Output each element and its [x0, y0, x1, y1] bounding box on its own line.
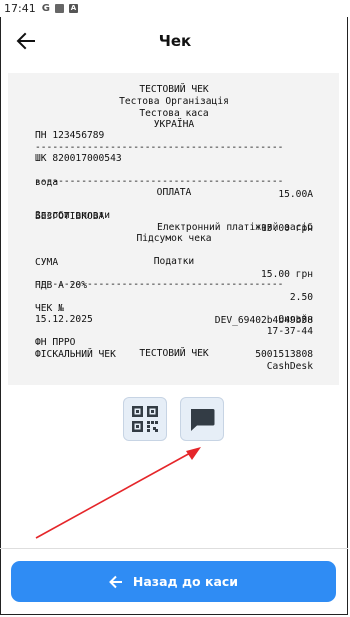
receipt-payment-title: ОПЛАТА — [156, 187, 192, 198]
arrow-left-icon — [108, 575, 122, 588]
message-button[interactable] — [180, 397, 224, 441]
receipt-separator: ----------------------------------------… — [35, 279, 284, 290]
receipt-header-line: Тестова Організація — [119, 96, 229, 107]
receipt-fn-prro-row: ФН ПРРО 5001513808 — [35, 325, 313, 360]
receipt-fiscal-value: CashDesk — [266, 361, 313, 372]
back-to-cashier-button[interactable]: Назад до каси — [11, 561, 336, 602]
back-to-cashier-label: Назад до каси — [132, 574, 239, 589]
notification-square-icon — [54, 4, 64, 13]
back-button[interactable] — [14, 29, 38, 53]
status-bar: 17:41 G A — [0, 0, 350, 17]
receipt-taxes-title: Податки — [153, 256, 195, 267]
qr-code-icon — [132, 406, 158, 432]
arrow-left-icon — [16, 32, 35, 50]
receipt-tax-id: ПН 123456789 — [35, 130, 105, 141]
receipt-header-line: ТЕСТОВИЙ ЧЕК — [139, 84, 209, 95]
bottom-divider — [0, 548, 348, 549]
qr-code-button[interactable] — [123, 397, 167, 441]
receipt-panel: ТЕСТОВИЙ ЧЕК Тестова Організація Тестова… — [8, 73, 339, 385]
status-time: 17:41 — [4, 2, 36, 15]
page-title: Чек — [158, 32, 192, 50]
receipt-footer: ТЕСТОВИЙ ЧЕК — [139, 348, 209, 359]
receipt-summary-label: Підсумок чека — [136, 233, 212, 244]
receipt-actions — [0, 397, 350, 443]
a-icon: A — [68, 4, 78, 13]
receipt-payment-means-label: Засоби оплати — [35, 210, 111, 221]
receipt-datetime-row: 15.12.2025 17-37-44 — [35, 302, 313, 337]
google-g-icon: G — [41, 3, 50, 14]
receipt-barcode: ШК 820017000543 — [35, 153, 122, 164]
chat-bubble-icon — [191, 409, 215, 431]
app-bar: Чек — [0, 17, 350, 65]
